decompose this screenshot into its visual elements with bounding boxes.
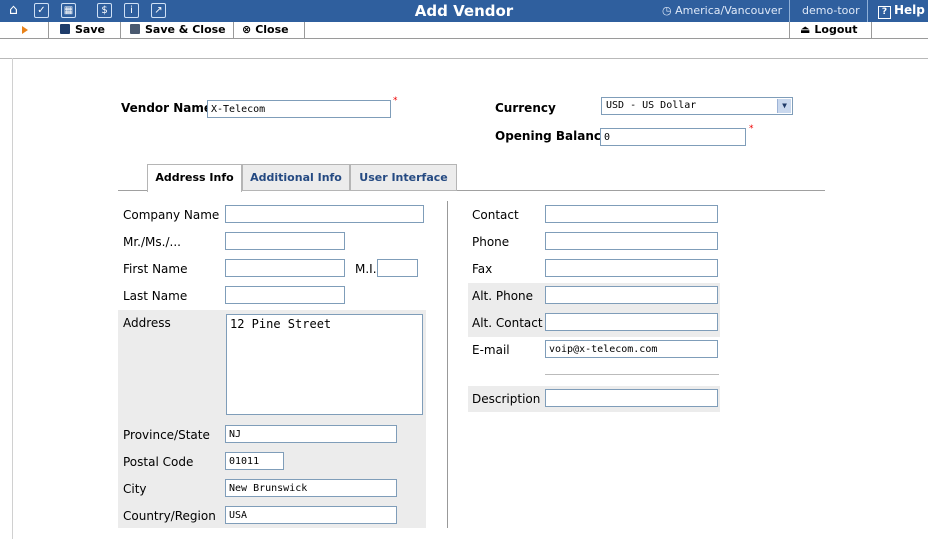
alt-phone-label: Alt. Phone <box>472 289 534 303</box>
currency-label: Currency <box>495 101 556 115</box>
timezone-label: America/Vancouver <box>675 4 783 17</box>
middle-initial-input[interactable] <box>377 259 418 277</box>
address-label: Address <box>123 316 171 330</box>
middle-initial-label: M.I. <box>355 262 377 276</box>
tab-user-interface[interactable]: User Interface <box>350 164 457 191</box>
column-divider <box>447 201 448 528</box>
logout-icon: ⏏ <box>800 23 811 36</box>
info-icon[interactable]: i <box>124 3 139 18</box>
currency-value: USD - US Dollar <box>606 100 697 111</box>
opening-balance-label: Opening Balance <box>495 129 610 143</box>
postal-code-label: Postal Code <box>123 455 194 469</box>
alt-contact-input[interactable] <box>545 313 718 331</box>
tab-baseline <box>118 190 148 191</box>
chart-icon[interactable]: ↗ <box>151 3 166 18</box>
fax-label: Fax <box>472 262 493 276</box>
clock-icon: ◷ <box>662 4 672 17</box>
home-icon[interactable]: ⌂ <box>6 3 21 18</box>
city-label: City <box>123 482 147 496</box>
province-input[interactable] <box>225 425 397 443</box>
checkbox-icon[interactable]: ✓ <box>34 3 49 18</box>
close-label: Close <box>255 23 289 36</box>
dollar-icon[interactable]: $ <box>97 3 112 18</box>
divider <box>871 22 872 39</box>
first-name-label: First Name <box>123 262 188 276</box>
salutation-label: Mr./Ms./... <box>123 235 181 249</box>
company-name-label: Company Name <box>123 208 220 222</box>
fax-input[interactable] <box>545 259 718 277</box>
province-label: Province/State <box>123 428 210 442</box>
salutation-input[interactable] <box>225 232 345 250</box>
contact-input[interactable] <box>545 205 718 223</box>
email-input[interactable] <box>545 340 718 358</box>
country-label: Country/Region <box>123 509 216 523</box>
save-close-button[interactable]: Save & Close <box>130 22 226 38</box>
city-input[interactable] <box>225 479 397 497</box>
postal-code-input[interactable] <box>225 452 284 470</box>
alt-phone-input[interactable] <box>545 286 718 304</box>
divider <box>48 22 49 39</box>
company-name-input[interactable] <box>225 205 424 223</box>
first-name-input[interactable] <box>225 259 345 277</box>
divider <box>545 374 719 375</box>
toolbar: Save Save & Close ⊗ Close ⏏ Logout <box>0 22 928 59</box>
timezone-link[interactable]: ◷ America/Vancouver <box>662 4 782 17</box>
country-input[interactable] <box>225 506 397 524</box>
save-close-label: Save & Close <box>145 23 226 36</box>
currency-select[interactable]: USD - US Dollar ▼ <box>601 97 793 115</box>
top-bar: ⌂ ✓ ▦ $ i ↗ Add Vendor ◷ America/Vancouv… <box>0 0 928 22</box>
divider <box>120 22 121 39</box>
floppy-icon <box>60 24 70 34</box>
required-marker: * <box>749 124 754 134</box>
divider <box>789 22 790 39</box>
divider <box>789 0 790 22</box>
contact-label: Contact <box>472 208 519 222</box>
last-name-input[interactable] <box>225 286 345 304</box>
divider <box>867 0 868 22</box>
user-link[interactable]: demo-toor <box>802 4 860 17</box>
last-name-label: Last Name <box>123 289 188 303</box>
divider <box>233 22 234 39</box>
opening-balance-input[interactable] <box>600 128 746 146</box>
toolbar-row: Save Save & Close ⊗ Close ⏏ Logout <box>0 22 928 39</box>
required-marker: * <box>393 96 398 106</box>
logout-button[interactable]: ⏏ Logout <box>800 22 858 38</box>
content-border <box>12 58 13 539</box>
address-textarea[interactable]: 12 Pine Street <box>226 314 423 415</box>
tab-baseline <box>457 190 825 191</box>
tab-additional-info[interactable]: Additional Info <box>242 164 350 191</box>
vendor-name-input[interactable] <box>207 100 391 118</box>
description-input[interactable] <box>545 389 718 407</box>
help-link[interactable]: ? Help <box>878 3 925 19</box>
vendor-name-label: Vendor Name <box>121 101 213 115</box>
chevron-down-icon: ▼ <box>777 99 791 113</box>
save-button[interactable]: Save <box>60 22 105 38</box>
logout-label: Logout <box>814 23 858 36</box>
tab-address-info[interactable]: Address Info <box>147 164 242 192</box>
arrow-icon <box>22 26 28 34</box>
close-icon: ⊗ <box>242 23 252 36</box>
help-label: Help <box>894 3 925 17</box>
alt-contact-label: Alt. Contact <box>472 316 543 330</box>
grid-icon[interactable]: ▦ <box>61 3 76 18</box>
email-label: E-mail <box>472 343 510 357</box>
phone-input[interactable] <box>545 232 718 250</box>
description-label: Description <box>472 392 541 406</box>
close-button[interactable]: ⊗ Close <box>242 22 289 38</box>
phone-label: Phone <box>472 235 510 249</box>
help-icon: ? <box>878 6 891 19</box>
save-label: Save <box>75 23 105 36</box>
floppy-icon <box>130 24 140 34</box>
divider <box>304 22 305 39</box>
